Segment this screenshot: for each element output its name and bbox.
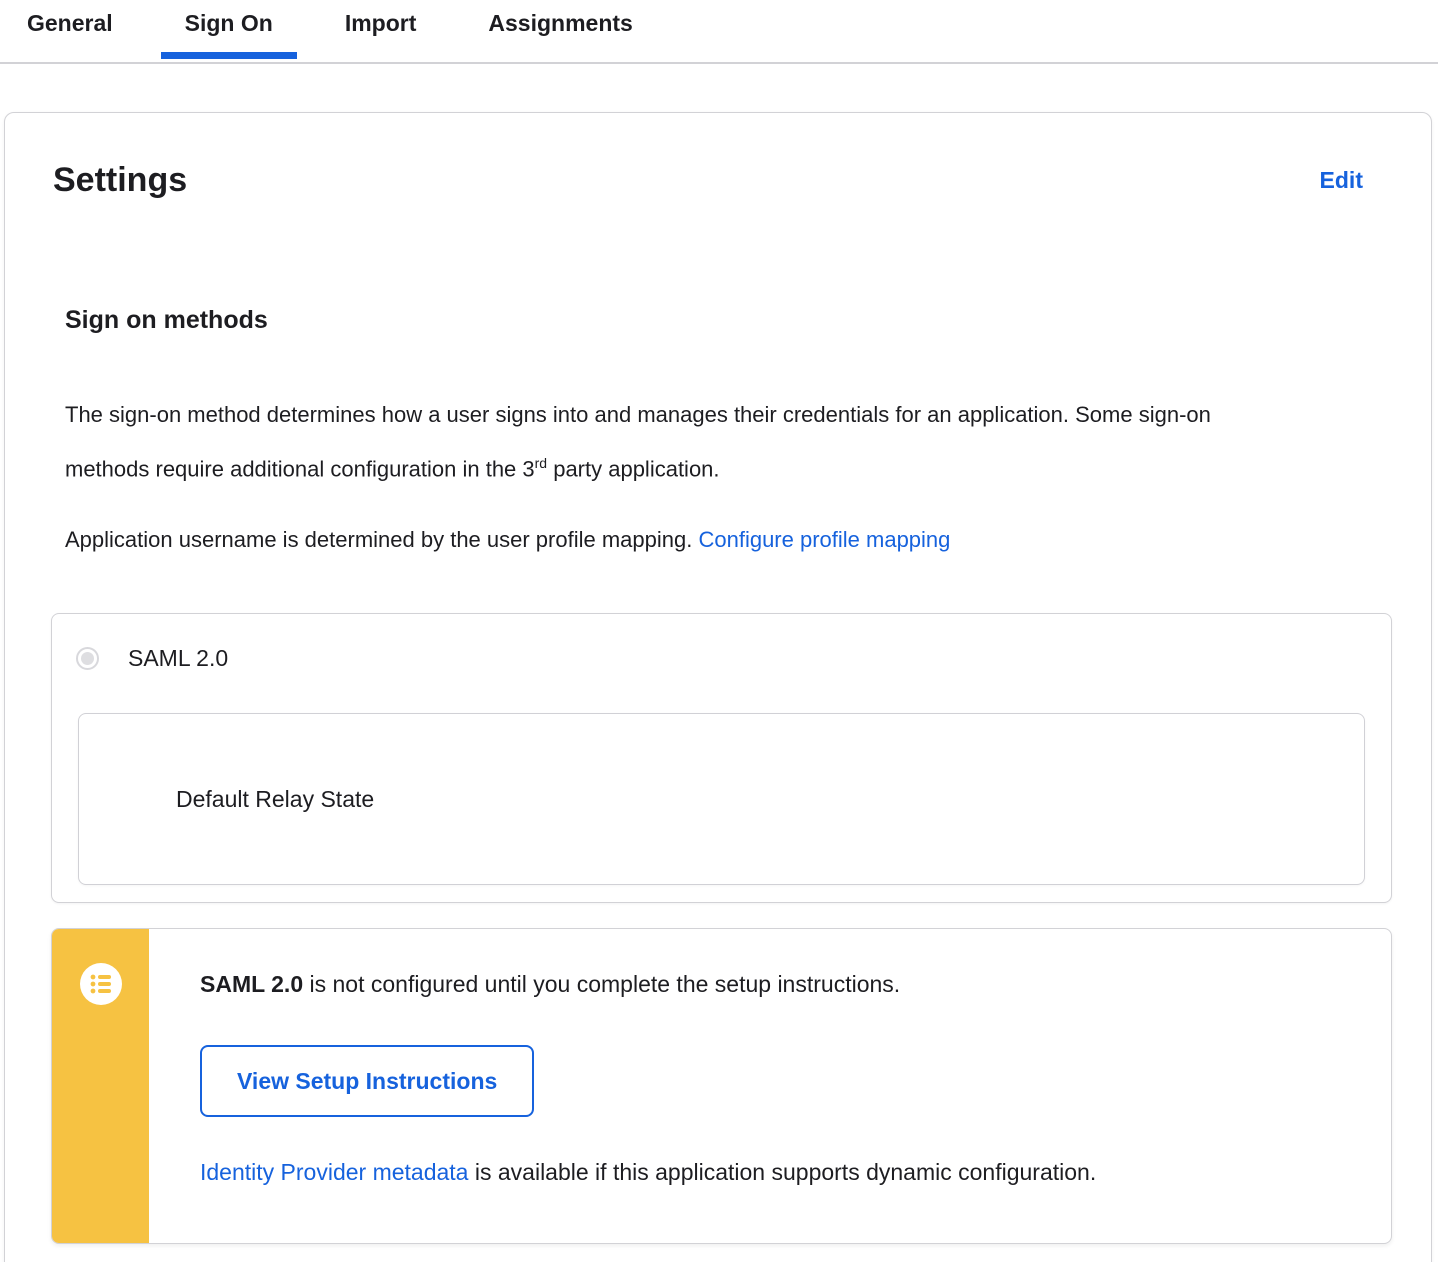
settings-card: Settings Edit Sign on methods The sign-o… <box>4 112 1432 1262</box>
tab-assignments[interactable]: Assignments <box>488 10 632 57</box>
tab-import[interactable]: Import <box>345 10 417 57</box>
saml-radio-row: SAML 2.0 <box>52 614 1391 671</box>
saml-radio-label: SAML 2.0 <box>128 645 229 672</box>
saml-setup-callout: SAML 2.0 is not configured until you com… <box>51 928 1392 1245</box>
default-relay-state-label: Default Relay State <box>176 785 375 812</box>
default-relay-state-box: Default Relay State <box>78 713 1365 886</box>
identity-provider-metadata-link[interactable]: Identity Provider metadata <box>200 1159 468 1185</box>
tab-sign-on[interactable]: Sign On <box>160 10 298 59</box>
page-title: Settings <box>53 161 188 199</box>
description-superscript: rd <box>534 455 548 471</box>
tab-general[interactable]: General <box>27 10 113 57</box>
description-text-end: party application. <box>547 456 720 482</box>
configure-profile-mapping-link[interactable]: Configure profile mapping <box>698 527 950 552</box>
sign-on-methods-description: The sign-on method determines how a user… <box>65 390 1295 493</box>
callout-content: SAML 2.0 is not configured until you com… <box>52 929 1391 1243</box>
settings-card-header: Settings Edit <box>5 113 1431 201</box>
callout-method-name: SAML 2.0 <box>200 971 304 998</box>
callout-footer: Identity Provider metadata is available … <box>200 1157 1351 1188</box>
edit-link[interactable]: Edit <box>1320 167 1363 194</box>
view-setup-instructions-button[interactable]: View Setup Instructions <box>200 1045 535 1118</box>
list-icon <box>80 963 122 1006</box>
callout-message: SAML 2.0 is not configured until you com… <box>200 969 1351 1000</box>
username-note-text: Application username is determined by th… <box>65 527 699 553</box>
callout-message-text: is not configured until you complete the… <box>303 971 901 998</box>
callout-footer-text: is available if this application support… <box>468 1159 1097 1186</box>
saml-method-box: SAML 2.0 Default Relay State <box>51 613 1392 904</box>
saml-radio-button[interactable] <box>76 647 99 671</box>
username-mapping-note: Application username is determined by th… <box>65 515 1295 564</box>
app-tabbar: General Sign On Import Assignments <box>0 0 1438 64</box>
sign-on-methods-heading: Sign on methods <box>65 306 268 334</box>
caution-stripe <box>52 929 149 1244</box>
